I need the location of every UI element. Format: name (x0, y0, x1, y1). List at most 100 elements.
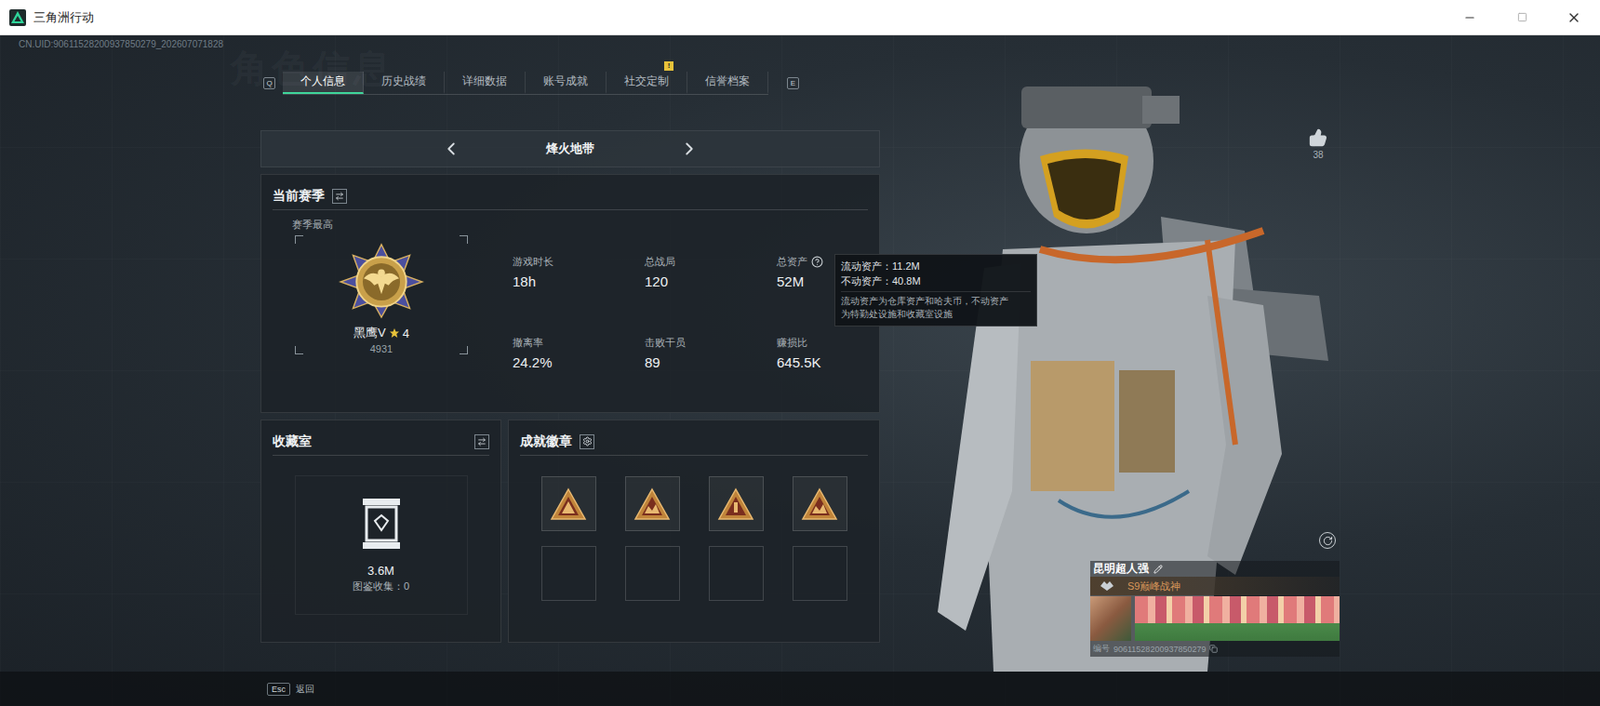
esc-key[interactable]: Esc (266, 682, 291, 696)
tab[interactable]: 账号成就 (525, 71, 607, 94)
badge-grid (520, 455, 868, 601)
title-bar: 三角洲行动 (0, 0, 1600, 36)
stat-cell: 游戏时长 18h (512, 254, 645, 290)
tab[interactable]: 历史战绩 (363, 71, 445, 94)
collection-frame[interactable]: 3.6M图鉴收集：0 (294, 475, 468, 615)
tab[interactable]: 个人信息 (282, 71, 364, 94)
stat-value: 24.2% (512, 354, 645, 371)
badge-slot[interactable] (708, 546, 764, 601)
player-name: 昆明超人强 (1090, 560, 1340, 577)
frame-corner (459, 235, 468, 244)
swap-icon (334, 191, 345, 201)
app-logo-icon (9, 9, 27, 27)
card-banner (1134, 596, 1340, 641)
name-card: 昆明超人强S9巅峰战神编号90611528200937850279 (1090, 560, 1340, 657)
copy-icon[interactable] (1209, 644, 1218, 654)
tab[interactable]: 社交定制! (606, 71, 688, 94)
collection-value: 3.6M (367, 563, 395, 578)
tab-row: Q 个人信息历史战绩详细数据账号成就社交定制!信誉档案 E (263, 71, 880, 94)
badge-slot[interactable] (625, 546, 680, 601)
tab[interactable]: 详细数据 (444, 71, 526, 94)
asset-tooltip: 流动资产：11.2M不动资产：40.8M流动资产为仓库资产和哈夫币，不动资产为特… (834, 253, 1038, 327)
character-area: 38 昆明超人强S9巅峰战神编号90611528200937850279 (928, 53, 1340, 672)
frame-corner (294, 346, 304, 355)
display-case-icon (359, 496, 404, 551)
thumbs-up-icon (1308, 128, 1328, 147)
rank-name: 黑鹰V4 (353, 324, 410, 342)
achievement-badge-icon (717, 487, 755, 521)
tab-badge: ! (664, 61, 674, 71)
achievement-badge-icon (800, 487, 839, 521)
stat-label: 总战局 (644, 254, 777, 269)
mode-label: 烽火地带 (462, 140, 679, 158)
settings-button[interactable] (579, 434, 595, 450)
collection-body: 3.6M图鉴收集：0 (272, 455, 490, 635)
swap-icon (477, 437, 487, 447)
panel-title: 收藏室 (272, 433, 312, 451)
avatar-photo (1090, 596, 1132, 641)
badge-slot[interactable] (792, 476, 848, 532)
collection-caption: 图鉴收集：0 (352, 579, 410, 594)
tab-list: 个人信息历史战绩详细数据账号成就社交定制!信誉档案 (282, 71, 769, 95)
next-mode-button[interactable] (678, 137, 701, 160)
window-controls (1443, 0, 1600, 35)
tooltip-note: 流动资产为仓库资产和哈夫币，不动资产 (840, 294, 1031, 308)
close-icon (1566, 10, 1582, 26)
stat-value: 18h (512, 273, 645, 290)
info-column: Q 个人信息历史战绩详细数据账号成就社交定制!信誉档案 E 烽火地带当前赛季赛季最高黑… (260, 53, 880, 672)
frame-corner (294, 235, 304, 244)
switch-button[interactable] (474, 434, 490, 450)
player-id: 编号90611528200937850279 (1090, 640, 1340, 657)
rank-box: 赛季最高黑鹰V44931 (272, 217, 513, 405)
game-window: 三角洲行动角色信息CN.UID:90611528200937850279_202… (0, 0, 1600, 706)
badge-slot[interactable] (541, 546, 597, 601)
minimize-icon (1463, 11, 1477, 25)
stat-label: 赚损比 (776, 335, 909, 350)
panel-title: 成就徽章 (520, 433, 573, 451)
window-title: 三角洲行动 (33, 9, 94, 27)
tooltip-line: 流动资产：11.2M (840, 258, 1031, 274)
stat-cell: 击败干员89 (644, 335, 777, 371)
collection-panel: 收藏室 3.6M图鉴收集：0 (260, 419, 502, 643)
stat-label: 游戏时长 (512, 254, 645, 269)
panel-header: 成就徽章 (520, 427, 868, 456)
tab[interactable]: 信誉档案 (687, 71, 769, 94)
frame-corner (459, 346, 468, 355)
maximize-button[interactable] (1495, 0, 1548, 35)
like-button[interactable]: 38 (1306, 128, 1331, 160)
minimize-button[interactable] (1443, 0, 1496, 35)
rank-score: 4931 (370, 343, 393, 355)
switch-button[interactable] (332, 188, 347, 204)
rotate-button[interactable] (1319, 532, 1336, 549)
back-label: 返回 (295, 682, 315, 696)
star-icon (388, 327, 400, 339)
badge-slot[interactable] (541, 476, 597, 532)
tooltip-divider (840, 291, 1031, 293)
stat-label: 撤离率 (512, 335, 645, 350)
panel-header: 收藏室 (272, 427, 490, 456)
badge-slot[interactable] (792, 546, 848, 601)
rank-badge-icon (336, 242, 427, 320)
badge-slot[interactable] (708, 476, 764, 532)
prev-tab-key[interactable]: Q (263, 77, 276, 90)
close-button[interactable] (1547, 0, 1600, 35)
season-body: 赛季最高黑鹰V44931游戏时长18h总战局120总资产52M撤离率24.2%击… (272, 210, 868, 405)
edit-icon[interactable] (1153, 564, 1163, 574)
mode-selector: 烽火地带 (260, 130, 880, 168)
prev-mode-button[interactable] (440, 137, 463, 160)
stat-cell: 赚损比645.5K (776, 335, 909, 371)
title-emblem-icon (1099, 580, 1115, 592)
panel-title: 当前赛季 (272, 187, 325, 205)
rotate-icon (1322, 535, 1334, 547)
tooltip-note: 为特勤处设施和收藏室设施 (840, 307, 1031, 321)
game-stage: 角色信息CN.UID:90611528200937850279_20260707… (0, 35, 1600, 706)
next-tab-key[interactable]: E (786, 77, 800, 90)
help-icon[interactable] (811, 255, 824, 268)
peak-label: 赛季最高 (292, 217, 513, 232)
stat-label: 击败干员 (644, 335, 777, 350)
badge-slot[interactable] (625, 476, 680, 532)
rank-frame: 黑鹰V44931 (294, 235, 468, 355)
gear-icon (582, 436, 593, 447)
bottom-bar: Esc 返回 (0, 671, 1600, 706)
chevron-right-icon (679, 138, 700, 160)
